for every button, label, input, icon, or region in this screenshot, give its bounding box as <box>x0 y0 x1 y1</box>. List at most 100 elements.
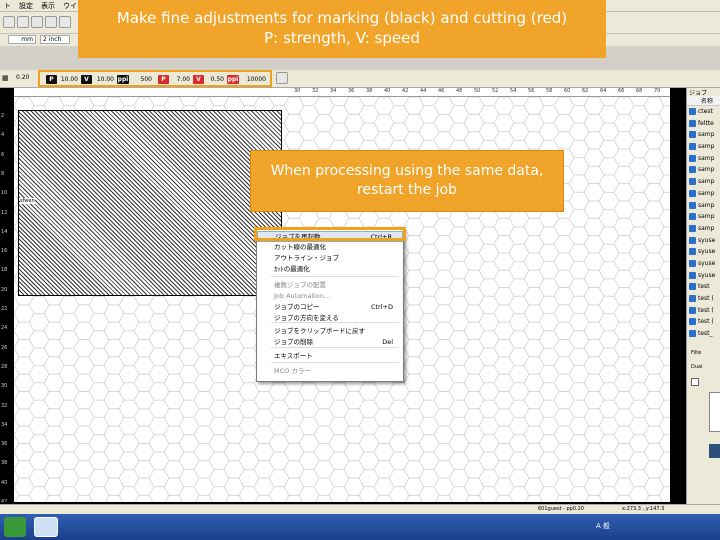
hatch-icon[interactable]: ▦ <box>2 74 9 82</box>
red-ppi-badge: ppi <box>227 75 239 84</box>
job-list-item[interactable]: feltte <box>687 118 720 130</box>
status-bar: 601guest - pp0.20 x:273.3 , y:147.3 <box>0 504 720 514</box>
job-file-icon <box>689 119 696 127</box>
job-file-icon <box>689 213 696 221</box>
ruler-left-tick: 6 <box>1 151 5 158</box>
job-list-item[interactable]: samp <box>687 164 720 176</box>
ruler-left-tick: 22 <box>1 306 8 312</box>
red-speed-value[interactable]: 0.50 <box>206 75 224 84</box>
layout-icon[interactable] <box>45 16 57 28</box>
tool-icon[interactable] <box>59 16 71 28</box>
black-speed-value[interactable]: 10.00 <box>94 75 114 84</box>
save-params-icon[interactable] <box>276 72 288 84</box>
context-menu-item[interactable]: ジョブの方向を変える <box>257 313 403 324</box>
job-file-icon <box>689 259 696 267</box>
grid-icon[interactable] <box>17 16 29 28</box>
menu-item-view[interactable]: 表示 <box>37 0 59 12</box>
ruler-left-tick: 14 <box>1 228 8 235</box>
context-menu-item[interactable]: カット線の最適化 <box>257 242 403 253</box>
job-file-icon <box>689 189 696 197</box>
context-menu-item: Job Automation... <box>257 291 403 302</box>
context-menu-item[interactable]: ジョブのコピー Ctrl+D <box>257 302 403 313</box>
job-list-item[interactable]: ctest <box>687 106 720 118</box>
callout-adjustments-line2: P: strength, V: speed <box>264 29 420 47</box>
job-list-item[interactable]: syuse <box>687 235 720 247</box>
ruler-left-tick: 30 <box>1 383 8 390</box>
play-button[interactable] <box>709 444 720 458</box>
job-label: sfwen <box>20 198 35 204</box>
job-list-item-label: ctest <box>698 108 713 115</box>
ruler-left-tick: 4 <box>1 132 5 139</box>
context-menu-item-label: ジョブの削除 <box>274 338 313 346</box>
ruler-left-tick: 18 <box>1 267 8 274</box>
job-file-icon <box>689 178 696 186</box>
ruler-left-tick: 12 <box>1 209 8 216</box>
job-list-item[interactable]: samp <box>687 176 720 188</box>
job-list-item[interactable]: samp <box>687 129 720 141</box>
context-menu-item[interactable]: ｶｯﾄの最適化 <box>257 264 403 275</box>
job-file-icon <box>689 330 696 338</box>
context-menu-item-label: アウトライン・ジョブ <box>274 254 339 262</box>
ruler-top-tick: 42 <box>402 88 409 94</box>
context-menu-item[interactable]: エキスポート <box>257 351 403 362</box>
job-list-item[interactable]: syuse <box>687 258 720 270</box>
job-hatched-rectangle[interactable] <box>18 110 282 296</box>
ruler-left-tick: 20 <box>1 286 8 293</box>
context-menu-item-label: 複数ジョブの配置 <box>274 281 326 289</box>
start-button[interactable] <box>4 517 26 537</box>
line-width-value[interactable]: 0.20 <box>16 74 29 81</box>
units-field[interactable]: mm <box>8 35 36 44</box>
job-list-item[interactable]: samp <box>687 223 720 235</box>
red-power-value[interactable]: 7.00 <box>170 75 190 84</box>
ruler-top-tick: 36 <box>348 88 355 94</box>
job-list-item[interactable]: samp <box>687 188 720 200</box>
job-list-item-label: samp <box>698 154 715 162</box>
black-ppi-value[interactable]: 500 <box>130 75 152 84</box>
black-power-value[interactable]: 10.00 <box>58 75 78 84</box>
black-power-badge: P <box>46 75 57 84</box>
job-file-icon <box>689 236 696 244</box>
ruler-top-tick: 50 <box>474 88 481 94</box>
job-list-item-label: test_ <box>698 330 713 338</box>
red-power-badge: P <box>158 75 169 84</box>
job-panel-header: ジョブ <box>689 90 708 97</box>
job-list-item-label: samp <box>698 166 715 174</box>
context-menu-item[interactable]: ジョブをクリップボードに戻す <box>257 326 403 337</box>
job-list: ctest feltte samp samp samp samp samp samp samp s… <box>687 106 720 340</box>
red-ppi-value[interactable]: 10000 <box>240 75 266 84</box>
ruler-top-tick: 54 <box>510 88 517 94</box>
context-menu-item[interactable]: アウトライン・ジョブ <box>257 253 403 264</box>
job-list-item[interactable]: samp <box>687 211 720 223</box>
context-menu-shortcut: Del <box>382 338 393 346</box>
context-menu-item[interactable]: ジョブの削除 Del <box>257 337 403 348</box>
job-list-column-name[interactable]: 名称 <box>687 96 720 106</box>
job-list-item[interactable]: test ( <box>687 293 720 305</box>
app-taskbar-button[interactable] <box>34 517 58 537</box>
ruler-top-tick: 56 <box>528 88 535 94</box>
job-list-item[interactable]: test_ <box>687 328 720 340</box>
size-field[interactable]: 2 inch <box>40 35 70 44</box>
job-list-item[interactable]: test ( <box>687 305 720 317</box>
black-ppi-badge: ppi <box>117 75 129 84</box>
job-list-item[interactable]: syuse <box>687 246 720 258</box>
ime-indicator[interactable]: A 般 <box>596 521 610 531</box>
job-list-item-label: samp <box>698 224 715 232</box>
context-menu-item: 複数ジョブの配置 <box>257 280 403 291</box>
menu-separator <box>271 362 399 363</box>
option-checkbox[interactable] <box>691 378 699 386</box>
context-menu-shortcut: Ctrl+D <box>370 303 393 311</box>
ruler-left-tick: 10 <box>1 190 8 197</box>
ruler-top-tick: 52 <box>492 88 499 94</box>
menu-item-settings[interactable]: 設定 <box>15 0 37 12</box>
job-list-item[interactable]: test ( <box>687 316 720 328</box>
color-swatch[interactable] <box>709 392 720 432</box>
save-icon[interactable] <box>3 16 15 28</box>
job-list-item[interactable]: samp <box>687 141 720 153</box>
job-list-item[interactable]: samp <box>687 153 720 165</box>
align-icon[interactable] <box>31 16 43 28</box>
job-list-item[interactable]: samp <box>687 200 720 212</box>
filter-label: Filte <box>691 350 702 356</box>
menu-item-0[interactable]: ト <box>0 0 15 12</box>
job-list-item[interactable]: syuse <box>687 270 720 282</box>
job-list-item[interactable]: test <box>687 281 720 293</box>
